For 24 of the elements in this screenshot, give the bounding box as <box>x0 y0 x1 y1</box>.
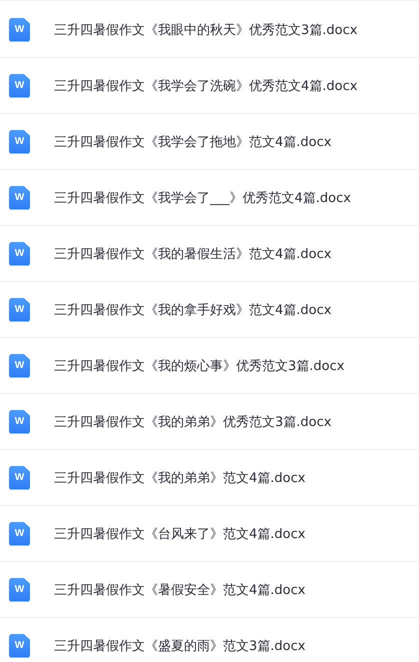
word-file-icon: W <box>9 242 30 266</box>
word-file-icon: W <box>9 298 30 322</box>
word-file-icon: W <box>9 522 30 546</box>
file-name[interactable]: 三升四暑假作文《我眼中的秋天》优秀范文3篇.docx <box>54 20 358 38</box>
file-name[interactable]: 三升四暑假作文《我的弟弟》优秀范文3篇.docx <box>54 412 332 430</box>
word-file-icon: W <box>9 186 30 210</box>
word-file-icon: W <box>9 74 30 98</box>
word-file-icon: W <box>9 466 30 490</box>
file-name[interactable]: 三升四暑假作文《盛夏的雨》范文3篇.docx <box>54 636 306 654</box>
word-file-icon: W <box>9 634 30 658</box>
word-file-icon: W <box>9 410 30 434</box>
file-name[interactable]: 三升四暑假作文《我学会了洗碗》优秀范文4篇.docx <box>54 76 358 94</box>
file-name[interactable]: 三升四暑假作文《我学会了___》优秀范文4篇.docx <box>54 188 351 206</box>
file-name[interactable]: 三升四暑假作文《台风来了》范文4篇.docx <box>54 524 306 542</box>
file-name[interactable]: 三升四暑假作文《我的烦心事》优秀范文3篇.docx <box>54 356 344 374</box>
word-file-icon: W <box>9 578 30 602</box>
file-name[interactable]: 三升四暑假作文《我的拿手好戏》范文4篇.docx <box>54 300 332 318</box>
file-name[interactable]: 三升四暑假作文《暑假安全》范文4篇.docx <box>54 580 306 598</box>
word-file-icon: W <box>9 354 30 378</box>
word-file-icon: W <box>9 18 30 42</box>
file-name[interactable]: 三升四暑假作文《我的弟弟》范文4篇.docx <box>54 468 306 486</box>
word-file-icon: W <box>9 130 30 154</box>
file-name[interactable]: 三升四暑假作文《我学会了拖地》范文4篇.docx <box>54 132 332 150</box>
file-name[interactable]: 三升四暑假作文《我的暑假生活》范文4篇.docx <box>54 244 332 262</box>
